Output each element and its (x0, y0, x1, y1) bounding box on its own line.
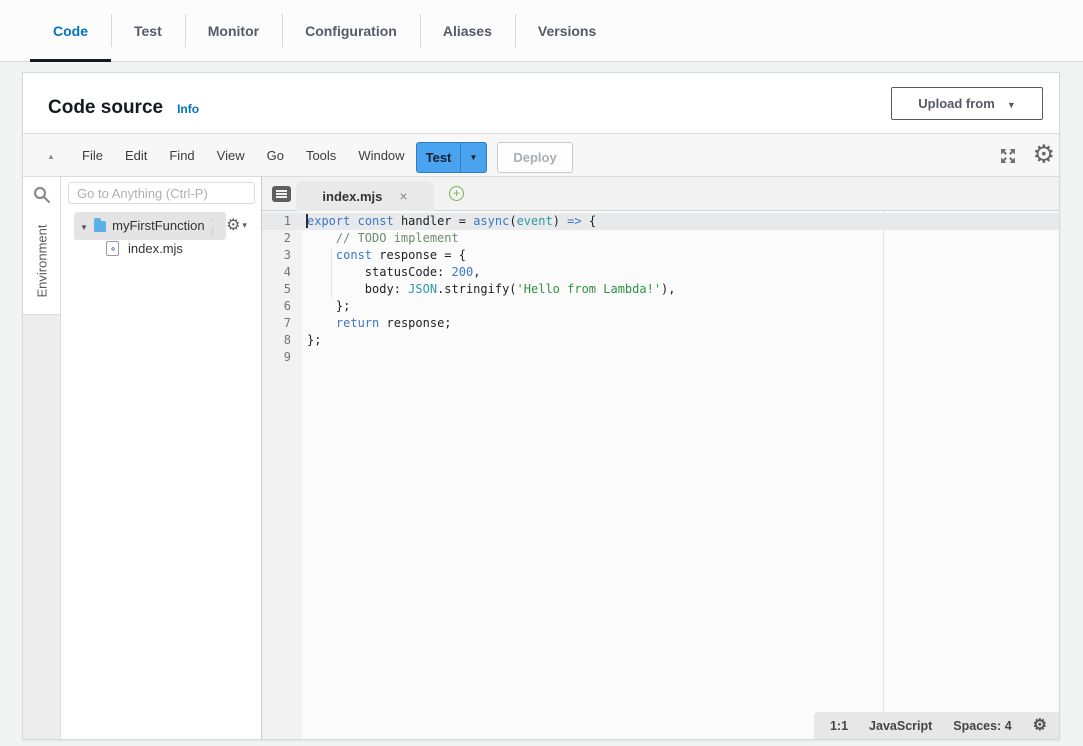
cursor-position[interactable]: 1:1 (830, 719, 848, 733)
upload-from-button[interactable]: Upload from (891, 87, 1043, 120)
line-number: 2 (262, 230, 302, 247)
code-editor-column: index.mjs × 1export const handler = asyn… (262, 177, 1059, 739)
line-content: // TODO implement (302, 230, 459, 247)
line-number: 9 (262, 349, 302, 366)
close-tab-icon[interactable]: × (399, 189, 407, 203)
upload-from-label: Upload from (918, 96, 995, 111)
info-link[interactable]: Info (177, 102, 199, 116)
folder-selection-highlight: myFirstFunction - / (74, 212, 226, 240)
code-line[interactable]: 4 statusCode: 200, (262, 264, 1059, 281)
line-content: }; (302, 298, 350, 315)
search-button[interactable] (32, 185, 52, 205)
spaces-setting[interactable]: Spaces: 4 (953, 719, 1011, 733)
search-icon (32, 185, 52, 205)
line-content: statusCode: 200, (302, 264, 480, 281)
line-number: 7 (262, 315, 302, 332)
environment-tab[interactable]: Environment (35, 225, 50, 298)
line-number: 3 (262, 247, 302, 264)
menu-item-edit[interactable]: Edit (115, 143, 157, 168)
line-number: 1 (262, 213, 302, 230)
file-tree-panel: myFirstFunction - / index.mjs (61, 177, 262, 739)
editor-preferences-gear-icon[interactable] (1033, 143, 1055, 168)
code-line[interactable]: 1export const handler = async(event) => … (262, 213, 1059, 230)
tree-item-folder[interactable]: myFirstFunction - / (61, 214, 261, 237)
file-name: index.mjs (128, 241, 183, 256)
line-content: }; (302, 332, 321, 349)
line-content: export const handler = async(event) => { (302, 213, 596, 230)
menu-item-file[interactable]: File (72, 143, 113, 168)
tab-list-icon[interactable] (272, 186, 291, 202)
panel-header: Code source Info Upload from (23, 73, 1059, 133)
page-title: Code source (48, 97, 163, 119)
fullscreen-button[interactable] (999, 147, 1017, 165)
line-number: 6 (262, 298, 302, 315)
code-line[interactable]: 6 }; (262, 298, 1059, 315)
editor-tab-index-mjs[interactable]: index.mjs × (296, 181, 434, 211)
line-number: 5 (262, 281, 302, 298)
new-tab-plus-icon[interactable] (449, 186, 464, 201)
line-content (302, 349, 307, 366)
line-content: body: JSON.stringify('Hello from Lambda!… (302, 281, 676, 298)
code-line[interactable]: 5 body: JSON.stringify('Hello from Lambd… (262, 281, 1059, 298)
code-line[interactable]: 7 return response; (262, 315, 1059, 332)
editor-menubar: FileEditFindViewGoToolsWindow Test Deplo… (23, 133, 1059, 177)
line-number: 4 (262, 264, 302, 281)
code-file-icon (106, 241, 119, 256)
folder-suffix: - / (211, 214, 218, 238)
collapse-menu-icon[interactable] (38, 146, 64, 164)
goto-anything-input[interactable] (68, 182, 255, 204)
menu-item-window[interactable]: Window (348, 143, 414, 168)
menu-item-tools[interactable]: Tools (296, 143, 346, 168)
tree-item-file[interactable]: index.mjs (61, 237, 261, 260)
code-line[interactable]: 9 (262, 349, 1059, 366)
dock-empty-area (23, 314, 60, 739)
fullscreen-icon (999, 147, 1017, 165)
left-dock: Environment (23, 177, 61, 739)
editor-tab-label: index.mjs (322, 189, 382, 204)
indent-guide (331, 247, 332, 298)
gear-icon (226, 218, 240, 234)
statusbar-settings-gear-icon[interactable] (1033, 718, 1047, 734)
code-editor[interactable]: 1export const handler = async(event) => … (262, 211, 1059, 739)
test-button[interactable]: Test (416, 142, 460, 173)
code-line[interactable]: 2 // TODO implement (262, 230, 1059, 247)
deploy-button[interactable]: Deploy (497, 142, 573, 173)
editor-statusbar: 1:1 JavaScript Spaces: 4 (814, 712, 1059, 739)
language-mode[interactable]: JavaScript (869, 719, 932, 733)
menu-item-go[interactable]: Go (257, 143, 294, 168)
tab-test[interactable]: Test (111, 0, 185, 61)
tab-versions[interactable]: Versions (515, 0, 619, 61)
test-dropdown-button[interactable] (460, 142, 487, 173)
editor-tabbar: index.mjs × (262, 177, 1059, 211)
code-lines: 1export const handler = async(event) => … (262, 213, 1059, 366)
line-content: return response; (302, 315, 452, 332)
line-content: const response = { (302, 247, 466, 264)
folder-expand-caret-icon[interactable] (80, 217, 88, 235)
line-number: 8 (262, 332, 302, 349)
tab-configuration[interactable]: Configuration (282, 0, 420, 61)
tab-code[interactable]: Code (30, 0, 111, 61)
text-cursor (306, 214, 308, 228)
test-button-group: Test (416, 142, 487, 173)
menu-item-find[interactable]: Find (159, 143, 204, 168)
folder-name: myFirstFunction (112, 218, 204, 233)
code-source-panel: Code source Info Upload from FileEditFin… (22, 72, 1060, 740)
tab-monitor[interactable]: Monitor (185, 0, 282, 61)
tree-settings-button[interactable] (226, 218, 247, 234)
code-line[interactable]: 3 const response = { (262, 247, 1059, 264)
editor-body: Environment myFirstFunction - / index.mj… (23, 177, 1059, 739)
code-line[interactable]: 8}; (262, 332, 1059, 349)
chevron-down-icon (1007, 96, 1016, 111)
menu-item-view[interactable]: View (207, 143, 255, 168)
folder-icon (94, 221, 106, 232)
tab-aliases[interactable]: Aliases (420, 0, 515, 61)
function-nav: CodeTestMonitorConfigurationAliasesVersi… (0, 0, 1083, 62)
